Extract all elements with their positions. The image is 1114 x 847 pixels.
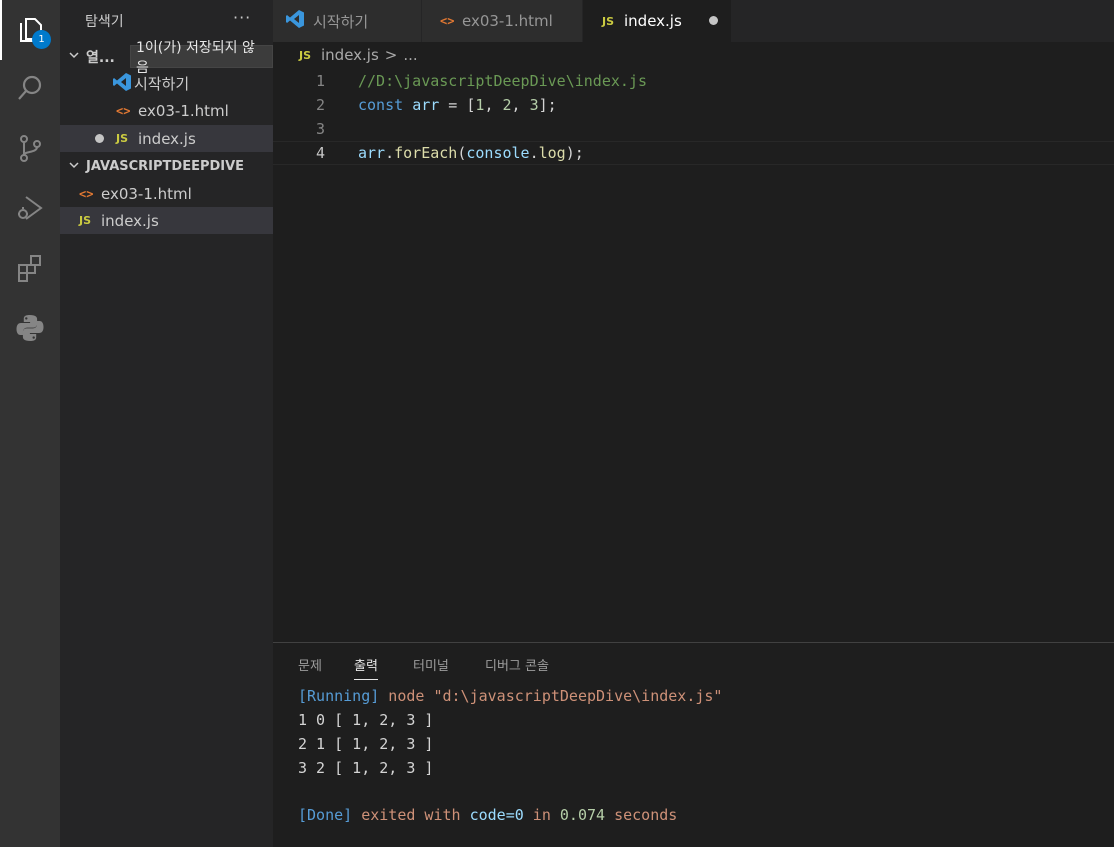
tab-problems[interactable]: 문제 bbox=[298, 655, 322, 679]
open-editor-item[interactable]: 시작하기 bbox=[60, 70, 273, 97]
editor-tab-bar: 시작하기 <> ex03-1.html JS index.js bbox=[273, 0, 1114, 42]
folder-label: JAVASCRIPTDEEPDIVE bbox=[86, 159, 245, 174]
vscode-icon bbox=[285, 9, 307, 33]
html-icon: <> bbox=[440, 14, 455, 28]
punct-token: , bbox=[484, 96, 503, 114]
file-label: ex03-1.html bbox=[101, 184, 192, 203]
code-line: 2 const arr = [1, 2, 3]; bbox=[273, 93, 1114, 117]
code-line-current: 4 arr.forEach(console.log); bbox=[273, 141, 1114, 165]
tab-label: ex03-1.html bbox=[462, 12, 553, 30]
keyword-token: const bbox=[358, 96, 404, 114]
punct-token: ]; bbox=[538, 96, 557, 114]
code-editor[interactable]: 1 //D:\javascriptDeepDive\index.js 2 con… bbox=[273, 68, 1114, 642]
extensions-icon[interactable] bbox=[0, 238, 60, 298]
open-editors-label: 열... bbox=[86, 49, 115, 66]
open-editor-label: ex03-1.html bbox=[138, 101, 229, 120]
line-number: 3 bbox=[315, 120, 325, 138]
variable-token: arr bbox=[358, 144, 386, 162]
breadcrumb-rest[interactable]: ... bbox=[403, 46, 417, 64]
breadcrumb-file[interactable]: index.js bbox=[321, 46, 379, 64]
html-icon: <> bbox=[79, 186, 94, 201]
line-number: 2 bbox=[315, 96, 325, 114]
sidebar-title: 탐색기 bbox=[85, 14, 124, 30]
code-text: arr.forEach(console.log); bbox=[358, 144, 584, 162]
output-line: 3 2 [ 1, 2, 3 ] bbox=[298, 759, 434, 777]
explorer-badge: 1 bbox=[32, 30, 51, 49]
done-tag: [Done] bbox=[298, 806, 353, 824]
done-time: 0.074 bbox=[559, 806, 606, 824]
punct-token: . bbox=[529, 144, 539, 162]
explorer-icon[interactable]: 1 bbox=[0, 0, 60, 60]
tab-debug-console[interactable]: 디버그 콘솔 bbox=[485, 655, 549, 679]
chevron-down-icon bbox=[66, 159, 82, 174]
line-number: 1 bbox=[315, 72, 325, 90]
activity-bar: 1 bbox=[0, 0, 60, 847]
code-text: const arr = [1, 2, 3]; bbox=[358, 96, 557, 114]
unsaved-tooltip: 1이(가) 저장되지 않음 bbox=[130, 40, 273, 76]
breadcrumb-separator: > bbox=[384, 46, 398, 64]
tab-index-js[interactable]: JS index.js bbox=[583, 0, 732, 42]
tab-ex03-html[interactable]: <> ex03-1.html bbox=[422, 0, 583, 42]
done-code: code=0 bbox=[469, 806, 524, 824]
code-line: 1 //D:\javascriptDeepDive\index.js bbox=[273, 69, 1114, 93]
html-icon: <> bbox=[116, 103, 131, 118]
source-control-icon[interactable] bbox=[0, 118, 60, 178]
function-token: forEach bbox=[394, 144, 458, 162]
more-actions-button[interactable]: ··· bbox=[233, 8, 251, 27]
code-comment: //D:\javascriptDeepDive\index.js bbox=[358, 72, 647, 90]
file-item[interactable]: JS index.js bbox=[60, 207, 273, 234]
punct-token: . bbox=[385, 144, 395, 162]
js-icon: JS bbox=[116, 132, 129, 145]
punct-token: = [ bbox=[439, 96, 476, 114]
open-editor-label: 시작하기 bbox=[134, 75, 190, 93]
js-icon: JS bbox=[299, 48, 312, 62]
output-line: 1 0 [ 1, 2, 3 ] bbox=[298, 711, 434, 729]
done-text: in bbox=[523, 806, 560, 824]
file-item[interactable]: <> ex03-1.html bbox=[60, 180, 273, 207]
output-running-line: [Running] node "d:\javascriptDeepDive\in… bbox=[298, 687, 722, 705]
function-token: log bbox=[538, 144, 566, 162]
number-token: 2 bbox=[502, 96, 512, 114]
open-editor-label: index.js bbox=[138, 129, 196, 148]
python-icon[interactable] bbox=[0, 298, 60, 358]
tab-output[interactable]: 출력 bbox=[354, 655, 378, 680]
variable-token: arr bbox=[412, 96, 440, 114]
run-debug-icon[interactable] bbox=[0, 178, 60, 238]
line-number: 4 bbox=[315, 144, 325, 162]
breadcrumb: JS index.js > ... bbox=[273, 42, 1114, 68]
output-panel: 문제 출력 터미널 디버그 콘솔 [Running] node "d:\java… bbox=[273, 642, 1114, 847]
number-token: 3 bbox=[529, 96, 539, 114]
tab-getting-started[interactable]: 시작하기 bbox=[273, 0, 422, 42]
tab-label: index.js bbox=[624, 12, 682, 30]
variable-token: console bbox=[466, 144, 530, 162]
done-text: exited with bbox=[352, 806, 470, 824]
tab-terminal[interactable]: 터미널 bbox=[413, 655, 449, 679]
unsaved-dot-icon bbox=[95, 134, 104, 143]
vscode-icon bbox=[112, 72, 134, 96]
done-text: seconds bbox=[605, 806, 678, 824]
js-icon: JS bbox=[602, 14, 615, 28]
punct-token: , bbox=[511, 96, 530, 114]
explorer-sidebar: 탐색기 ··· 열... 1이(가) 저장되지 않음 시작하기 <> ex03-… bbox=[60, 0, 273, 847]
tab-label: 시작하기 bbox=[313, 12, 369, 31]
file-label: index.js bbox=[101, 211, 159, 230]
code-line: 3 bbox=[273, 117, 1114, 141]
chevron-down-icon bbox=[66, 49, 82, 64]
search-icon[interactable] bbox=[0, 58, 60, 118]
running-command: node "d:\javascriptDeepDive\index.js" bbox=[379, 687, 723, 705]
running-tag: [Running] bbox=[298, 687, 380, 705]
unsaved-dot-icon[interactable] bbox=[709, 16, 718, 25]
folder-section[interactable]: JAVASCRIPTDEEPDIVE bbox=[60, 153, 273, 180]
output-done-line: [Done] exited with code=0 in 0.074 secon… bbox=[298, 806, 677, 824]
open-editor-item[interactable]: JS index.js bbox=[60, 125, 273, 152]
output-line: 2 1 [ 1, 2, 3 ] bbox=[298, 735, 434, 753]
punct-token: ); bbox=[565, 144, 584, 162]
open-editor-item[interactable]: <> ex03-1.html bbox=[60, 97, 273, 124]
js-icon: JS bbox=[79, 214, 92, 227]
